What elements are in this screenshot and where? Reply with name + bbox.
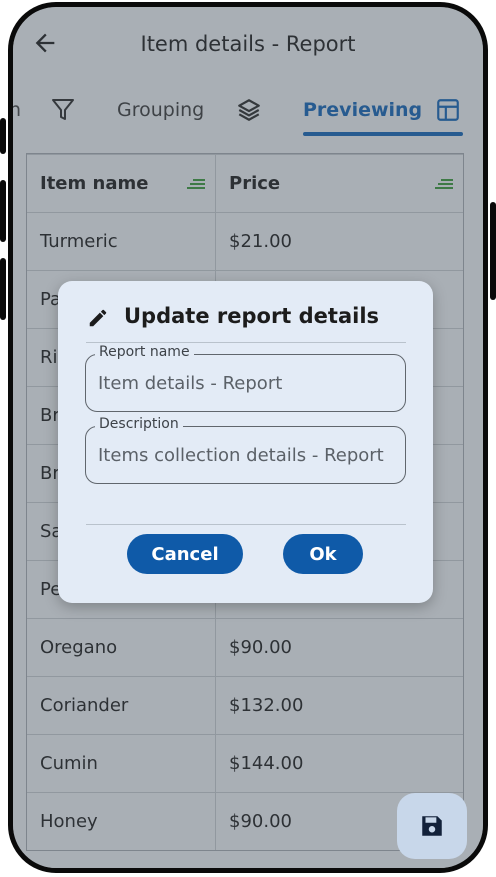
phone-side-button bbox=[490, 202, 496, 300]
cancel-button[interactable]: Cancel bbox=[127, 534, 243, 574]
app-screen: Item details - Report n Grouping Preview… bbox=[13, 7, 483, 868]
phone-side-button bbox=[0, 118, 6, 154]
phone-frame: Item details - Report n Grouping Preview… bbox=[8, 2, 488, 873]
ok-button[interactable]: Ok bbox=[283, 534, 363, 574]
divider bbox=[86, 524, 406, 525]
update-report-dialog: Update report details Report name Item d… bbox=[58, 281, 433, 603]
report-name-value: Item details - Report bbox=[98, 373, 283, 394]
report-name-label: Report name bbox=[95, 344, 194, 360]
description-value: Items collection details - Report bbox=[98, 445, 384, 466]
description-field[interactable]: Description Items collection details - R… bbox=[85, 416, 406, 484]
dialog-title: Update report details bbox=[124, 304, 380, 328]
save-button[interactable] bbox=[397, 793, 467, 859]
phone-side-button bbox=[0, 180, 6, 242]
description-label: Description bbox=[95, 416, 183, 432]
save-icon bbox=[422, 816, 442, 836]
phone-side-button bbox=[0, 258, 6, 320]
divider bbox=[86, 342, 406, 343]
pencil-icon bbox=[89, 309, 107, 327]
report-name-field[interactable]: Report name Item details - Report bbox=[85, 344, 406, 412]
